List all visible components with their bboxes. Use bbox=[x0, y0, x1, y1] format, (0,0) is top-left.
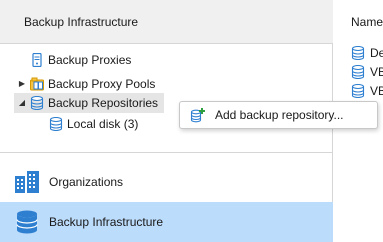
collapse-arrow-icon[interactable]: ◢ bbox=[17, 93, 27, 113]
list-item-label: De bbox=[370, 46, 383, 60]
add-repository-icon bbox=[190, 108, 205, 123]
tree-item-label: Backup Repositories bbox=[48, 96, 159, 110]
pane-title: Backup Infrastructure bbox=[0, 0, 333, 44]
tree-item-label: Backup Proxy Pools bbox=[48, 77, 156, 91]
repository-icon bbox=[30, 96, 44, 110]
list-item-label: VB bbox=[370, 65, 383, 79]
column-header-name[interactable]: Name bbox=[334, 0, 383, 44]
nav-label: Backup Infrastructure bbox=[49, 215, 164, 229]
repository-icon bbox=[49, 117, 63, 131]
tree-item-label: Local disk (3) bbox=[67, 117, 139, 131]
list-item[interactable]: De bbox=[334, 44, 383, 62]
repository-icon bbox=[351, 46, 365, 60]
organizations-icon bbox=[15, 171, 39, 193]
nav-organizations[interactable]: Organizations bbox=[0, 162, 333, 202]
list-item[interactable]: VB bbox=[334, 63, 383, 81]
backup-infrastructure-icon bbox=[16, 210, 38, 234]
menu-item-add-backup-repository[interactable]: Add backup repository... bbox=[181, 103, 376, 127]
expand-arrow-icon[interactable]: ▶ bbox=[17, 74, 27, 94]
nav-backup-infrastructure[interactable]: Backup Infrastructure bbox=[0, 202, 333, 242]
list-item-label: VB bbox=[370, 84, 383, 98]
repository-icon bbox=[351, 84, 365, 98]
tree-item-backup-proxies[interactable]: Backup Proxies bbox=[0, 50, 333, 70]
context-menu: Add backup repository... bbox=[179, 101, 378, 129]
list-item[interactable]: VB bbox=[334, 82, 383, 100]
server-icon bbox=[32, 53, 42, 67]
proxy-pool-icon bbox=[30, 77, 44, 91]
nav-label: Organizations bbox=[49, 175, 124, 189]
repository-icon bbox=[351, 65, 365, 79]
tree-item-backup-repositories[interactable]: ◢ Backup Repositories bbox=[14, 93, 164, 113]
section-divider bbox=[0, 152, 333, 153]
menu-item-label: Add backup repository... bbox=[215, 108, 344, 122]
tree-item-backup-proxy-pools[interactable]: ▶ Backup Proxy Pools bbox=[0, 74, 333, 94]
tree-item-label: Backup Proxies bbox=[48, 53, 132, 67]
